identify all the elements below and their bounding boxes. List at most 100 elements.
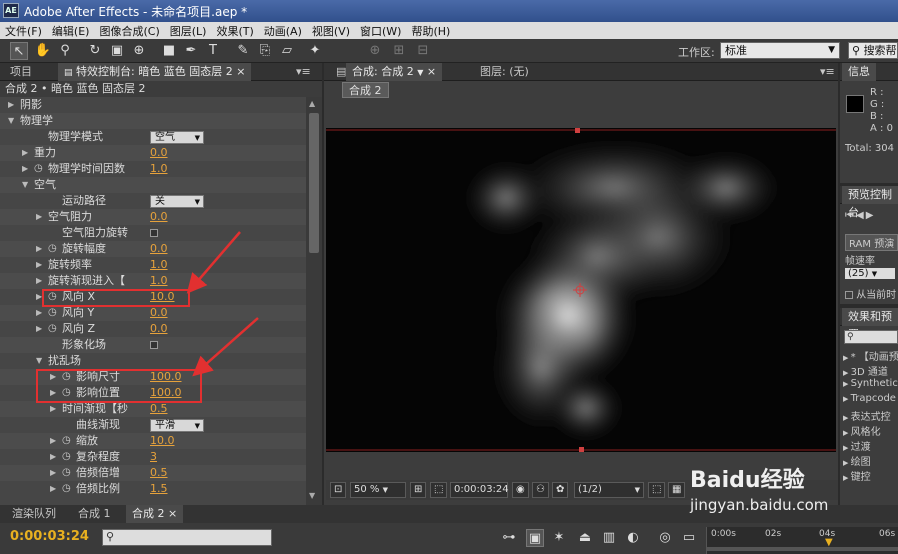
region-of-interest-icon[interactable]: ⬚ (648, 482, 666, 498)
panel-menu-icon[interactable]: ▾≡ (290, 63, 317, 81)
comp-navigator-tab[interactable]: 合成 2 (342, 82, 389, 98)
stopwatch-icon[interactable]: ◷ (62, 465, 71, 481)
camera-tool-icon[interactable]: ▣ (108, 42, 126, 60)
frame-rate-select[interactable]: (25) ▼ (845, 268, 895, 279)
chevron-down-icon[interactable]: ▼ (417, 68, 423, 77)
rectangle-tool-icon[interactable]: ■ (160, 42, 178, 60)
text-tool-icon[interactable]: T (204, 42, 222, 60)
property-value[interactable]: 1.0 (150, 257, 168, 273)
zoom-tool-icon[interactable]: ⚲ (56, 42, 74, 60)
property-value[interactable]: 0.0 (150, 241, 168, 257)
property-value[interactable]: 0.0 (150, 145, 168, 161)
effect-scrollbar[interactable]: ▲ ▼ (306, 97, 322, 505)
twirl-closed-icon[interactable]: ▶ (843, 380, 851, 388)
play-icon[interactable]: ▶ (866, 210, 876, 221)
pen-tool-icon[interactable]: ✒ (182, 42, 200, 60)
effect-property-row[interactable]: 物理学模式 空气 ▼ (0, 129, 306, 145)
twirl-closed-icon[interactable]: ▶ (36, 273, 42, 289)
from-current-checkbox[interactable]: 从当前时 (845, 286, 896, 301)
property-select[interactable]: 空气 ▼ (150, 131, 204, 144)
twirl-closed-icon[interactable]: ▶ (843, 474, 851, 482)
close-icon[interactable]: × (168, 507, 177, 520)
timeline-current-time[interactable]: 0:00:03:24 (10, 529, 89, 544)
always-preview-icon[interactable]: ⊡ (330, 482, 347, 498)
show-snapshot-icon[interactable]: ⚇ (532, 482, 549, 498)
effect-property-row[interactable]: 曲线渐现 平滑 ▼ (0, 417, 306, 433)
effects-category-item[interactable]: ▶ 表达式控 (843, 408, 891, 423)
prev-frame-icon[interactable]: ◀ (856, 210, 866, 221)
tab-layer[interactable]: 图层: (无) (474, 63, 535, 81)
effects-category-item[interactable]: ▶ Synthetic A (843, 378, 898, 389)
world-axis-icon[interactable]: ⊞ (390, 42, 408, 60)
twirl-closed-icon[interactable]: ▶ (843, 369, 851, 377)
transparency-grid-icon[interactable]: ▦ (668, 482, 686, 498)
effect-property-row[interactable]: ▶ ◷ 复杂程度 3 (0, 449, 306, 465)
rotate-tool-icon[interactable]: ↻ (86, 42, 104, 60)
scroll-down-icon[interactable]: ▼ (309, 491, 315, 500)
effect-property-row[interactable]: ▶ 阴影 (0, 97, 306, 113)
effect-property-row[interactable]: ▶ 空气阻力 0.0 (0, 209, 306, 225)
tab-comp-1[interactable]: 合成 1 (72, 505, 117, 523)
tab-render-queue[interactable]: 渲染队列 (6, 505, 62, 523)
menu-effect[interactable]: 效果(T) (211, 22, 258, 40)
menu-composition[interactable]: 图像合成(C) (94, 22, 164, 40)
live-update-icon[interactable]: ▣ (526, 529, 544, 547)
property-value[interactable]: 0.0 (150, 209, 168, 225)
lock-icon[interactable]: ▤ (64, 68, 73, 78)
property-value[interactable]: 0.0 (150, 305, 168, 321)
first-frame-icon[interactable]: ⏮ (845, 210, 856, 221)
time-ruler[interactable]: 0:00s 02s 04s 06s ▼ (706, 527, 898, 554)
channel-icon[interactable]: ✿ (552, 482, 569, 498)
menu-layer[interactable]: 图层(L) (165, 22, 212, 40)
effect-property-row[interactable]: ▶ ◷ 物理学时间因数 1.0 (0, 161, 306, 177)
twirl-closed-icon[interactable]: ▶ (22, 145, 28, 161)
effect-property-row[interactable]: ▼ 空气 (0, 177, 306, 193)
twirl-open-icon[interactable]: ▼ (22, 177, 28, 193)
twirl-closed-icon[interactable]: ▶ (843, 429, 851, 437)
effects-category-item[interactable]: ▶ 风格化 (843, 423, 881, 438)
menu-edit[interactable]: 编辑(E) (47, 22, 95, 40)
zoom-select[interactable]: 50 % ▼ (350, 482, 406, 498)
stopwatch-icon[interactable]: ◷ (48, 305, 57, 321)
view-axis-icon[interactable]: ⊟ (414, 42, 432, 60)
effect-property-row[interactable]: ▶ 旋转渐现进入【 1.0 (0, 273, 306, 289)
property-value[interactable]: 1.0 (150, 273, 168, 289)
effect-property-row[interactable]: ▶ ◷ 倍频倍增 0.5 (0, 465, 306, 481)
effects-category-item[interactable]: ▶ 3D 通道 (843, 363, 888, 378)
twirl-closed-icon[interactable]: ▶ (843, 459, 851, 467)
motion-blur-icon[interactable]: ◐ (624, 529, 642, 547)
frame-blending-icon[interactable]: ▥ (600, 529, 618, 547)
effect-property-row[interactable]: ▶ ◷ 风向 Z 0.0 (0, 321, 306, 337)
tab-effect-controls[interactable]: ▤ 特效控制台: 暗色 蓝色 固态层 2 × (58, 63, 252, 81)
twirl-closed-icon[interactable]: ▶ (50, 401, 56, 417)
property-value[interactable]: 10.0 (150, 433, 175, 449)
property-value[interactable]: 0.5 (150, 401, 168, 417)
twirl-closed-icon[interactable]: ▶ (36, 257, 42, 273)
tab-info[interactable]: 信息 (842, 63, 876, 81)
effects-search-input[interactable]: ⚲ (844, 330, 898, 344)
menu-window[interactable]: 窗口(W) (355, 22, 406, 40)
tab-comp-2[interactable]: 合成 2 × (126, 505, 184, 523)
help-search-input[interactable]: ⚲ 搜索帮 (848, 42, 898, 59)
scroll-up-icon[interactable]: ▲ (309, 99, 315, 108)
effect-property-row[interactable]: ▶ ◷ 风向 Y 0.0 (0, 305, 306, 321)
stopwatch-icon[interactable]: ◷ (34, 161, 43, 177)
property-value[interactable]: 1.0 (150, 161, 168, 177)
comp-mini-flowchart-icon[interactable]: ⊶ (500, 529, 518, 547)
pan-behind-tool-icon[interactable]: ⊕ (130, 42, 148, 60)
twirl-closed-icon[interactable]: ▶ (843, 395, 851, 403)
tab-preview[interactable]: 预览控制台 (842, 186, 898, 219)
effects-category-item[interactable]: ▶ * 【动画预 (843, 348, 898, 363)
effect-property-row[interactable]: 运动路径关 ▼ (0, 193, 306, 209)
twirl-closed-icon[interactable]: ▶ (50, 449, 56, 465)
close-icon[interactable]: × (236, 65, 245, 78)
twirl-closed-icon[interactable]: ▶ (36, 321, 42, 337)
twirl-closed-icon[interactable]: ▶ (36, 209, 42, 225)
twirl-closed-icon[interactable]: ▶ (8, 97, 14, 113)
property-select[interactable]: 关 ▼ (150, 195, 204, 208)
twirl-closed-icon[interactable]: ▶ (36, 241, 42, 257)
draft-3d-icon[interactable]: ✶ (550, 529, 568, 547)
ram-preview-button[interactable]: RAM 预演 (845, 234, 898, 251)
work-area-bar[interactable] (707, 547, 898, 551)
property-value[interactable]: 0.0 (150, 321, 168, 337)
